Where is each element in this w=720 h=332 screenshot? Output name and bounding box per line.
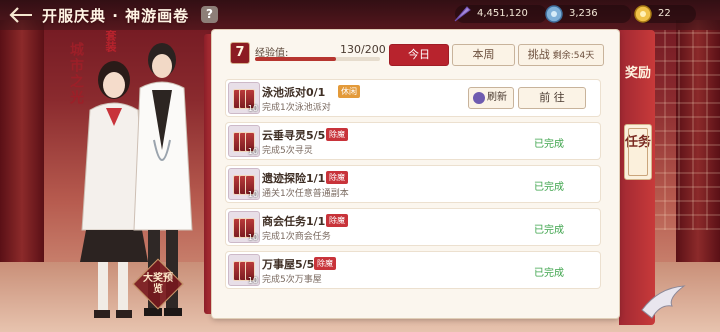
level-badge: 7 xyxy=(230,42,250,64)
task-card-icon: 10 xyxy=(228,125,260,157)
task-name: 遗迹探险1/1 xyxy=(262,172,326,185)
coin-icon xyxy=(545,5,563,23)
task-row-odd-jobs: 10 万事屋5/5 除魔 完成5次万事屋 已完成 xyxy=(226,252,600,288)
task-row-ruins: 10 遗迹探险1/1 除魔 通关1次任意普通副本 已完成 xyxy=(226,166,600,202)
goto-label: 前 往 xyxy=(539,91,565,104)
task-row-merchant: 10 商会任务1/1 除魔 完成1次商会任务 已完成 xyxy=(226,209,600,245)
side-tab-reward-label: 奖励 xyxy=(624,66,651,81)
task-tag: 除魔 xyxy=(314,257,336,270)
tab-challenge-remaining: 剩余:54天 xyxy=(552,51,595,61)
outfit-tag: 套装 xyxy=(104,30,117,52)
tab-today[interactable]: 今日 xyxy=(389,44,449,66)
task-card-icon: 10 xyxy=(228,168,260,200)
side-tab-task-label: 任务 xyxy=(625,135,652,150)
task-card-icon: 10 xyxy=(228,211,260,243)
refresh-label: 刷新 xyxy=(487,92,507,103)
side-tab-reward[interactable]: 奖励 xyxy=(624,58,652,106)
task-row-spirit-search: 10 云垂寻灵5/5 除魔 完成5次寻灵 已完成 xyxy=(226,123,600,159)
coin-amount: 3,236 xyxy=(569,8,598,19)
outfit-name: 城市之光 xyxy=(68,42,84,106)
tab-week-label: 本周 xyxy=(472,48,495,61)
tab-challenge-label: 挑战 xyxy=(527,48,550,61)
task-reward-count: 10 xyxy=(247,190,258,199)
task-name: 商会任务1/1 xyxy=(262,215,326,228)
goto-button[interactable]: 前 往 xyxy=(518,87,586,109)
task-desc: 通关1次任意普通副本 xyxy=(262,189,349,199)
window-lattice xyxy=(650,30,720,230)
task-desc: 完成5次万事屋 xyxy=(262,275,322,285)
side-tab-task[interactable]: 任务 xyxy=(624,124,652,180)
exp-value: 130/200 xyxy=(340,43,386,56)
tab-week[interactable]: 本周 xyxy=(452,44,515,66)
task-desc: 完成1次商会任务 xyxy=(262,232,331,242)
exp-progress-fill xyxy=(255,57,337,61)
feather-amount: 4,451,120 xyxy=(477,8,528,19)
refresh-icon xyxy=(473,92,485,104)
task-row-pool-party: 10 泳池派对0/1 休闲 完成1次泳池派对 刷新 前 往 xyxy=(226,80,600,116)
gold-currency[interactable]: 22 xyxy=(634,5,696,23)
help-icon[interactable]: ? xyxy=(201,6,218,23)
task-reward-count: 10 xyxy=(247,147,258,156)
task-status-done: 已完成 xyxy=(534,225,564,236)
refresh-button[interactable]: 刷新 xyxy=(468,87,514,109)
task-tag: 休闲 xyxy=(338,85,360,98)
task-status-done: 已完成 xyxy=(534,182,564,193)
page-title: 开服庆典 · 神游画卷 xyxy=(42,7,190,25)
coin-currency[interactable]: 3,236 xyxy=(545,5,631,23)
task-reward-count: 10 xyxy=(247,104,258,113)
feather-icon xyxy=(454,6,471,22)
gold-icon xyxy=(634,5,652,23)
top-bar: 开服庆典 · 神游画卷 ? 4,451,120 3,236 22 xyxy=(0,0,720,30)
task-desc: 完成1次泳池派对 xyxy=(262,103,331,113)
task-status-done: 已完成 xyxy=(534,139,564,150)
task-reward-count: 10 xyxy=(247,276,258,285)
task-tag: 除魔 xyxy=(326,171,348,184)
task-reward-count: 10 xyxy=(247,233,258,242)
back-arrow-icon xyxy=(9,7,32,23)
exp-progress-bar xyxy=(255,57,380,61)
task-status-done: 已完成 xyxy=(534,268,564,279)
task-card-icon: 10 xyxy=(228,254,260,286)
task-tag: 除魔 xyxy=(326,214,348,227)
tab-today-label: 今日 xyxy=(408,48,430,61)
back-button[interactable] xyxy=(8,6,36,24)
feather-currency[interactable]: 4,451,120 xyxy=(454,5,547,23)
task-name: 万事屋5/5 xyxy=(262,258,315,271)
task-name: 云垂寻灵5/5 xyxy=(262,129,326,142)
wing-ornament-icon xyxy=(641,285,686,319)
panel-frame-left xyxy=(204,34,212,314)
gold-amount: 22 xyxy=(658,8,671,19)
grand-prize-preview-label[interactable]: 大奖预览 xyxy=(143,273,173,295)
tab-challenge[interactable]: 挑战 剩余:54天 xyxy=(518,44,604,66)
task-desc: 完成5次寻灵 xyxy=(262,146,313,156)
task-card-icon: 10 xyxy=(228,82,260,114)
task-tag: 除魔 xyxy=(326,128,348,141)
task-name: 泳池派对0/1 xyxy=(262,86,326,99)
